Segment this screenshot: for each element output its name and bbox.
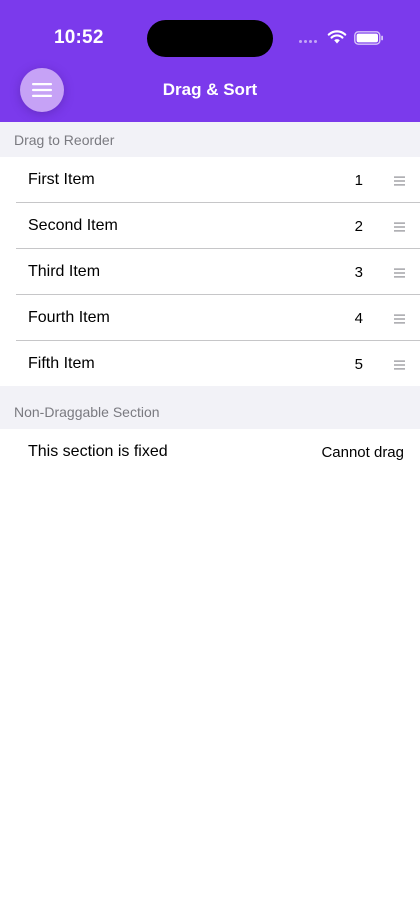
list-item-label: First Item — [28, 171, 95, 188]
section-header-drag-to-reorder: Drag to Reorder — [0, 122, 420, 157]
list-item-number: 2 — [354, 218, 363, 235]
battery-icon — [354, 31, 383, 45]
wifi-icon — [327, 30, 347, 44]
drag-handle-icon[interactable] — [394, 314, 405, 324]
list-item[interactable]: Third Item 3 — [0, 249, 420, 295]
list-item-number: 5 — [354, 356, 363, 373]
section-header-non-draggable: Non-Draggable Section — [0, 386, 420, 429]
fixed-item-detail: Cannot drag — [321, 444, 404, 461]
drag-handle-icon[interactable] — [394, 268, 405, 278]
drag-handle-icon[interactable] — [394, 222, 405, 232]
drag-handle-icon[interactable] — [394, 360, 405, 370]
list-item-number: 4 — [354, 310, 363, 327]
list-item[interactable]: Second Item 2 — [0, 203, 420, 249]
list-item[interactable]: First Item 1 — [0, 157, 420, 203]
list-item-number: 1 — [354, 172, 363, 189]
list-item-label: Fifth Item — [28, 355, 95, 372]
list-item[interactable]: Fifth Item 5 — [0, 341, 420, 387]
cellular-signal-icon — [299, 40, 321, 45]
page-title: Drag & Sort — [162, 80, 258, 99]
list-item[interactable]: Fourth Item 4 — [0, 295, 420, 341]
fixed-list-item: This section is fixed Cannot drag — [0, 429, 420, 475]
list-item-number: 3 — [354, 264, 363, 281]
draggable-list: First Item 1 Second Item 2 Third Item 3 … — [0, 157, 420, 387]
list-item-label: Second Item — [28, 217, 118, 234]
app-header: 10:52 Drag & Sort — [0, 0, 420, 122]
drag-handle-icon[interactable] — [394, 176, 405, 186]
fixed-item-label: This section is fixed — [28, 443, 168, 460]
list-item-label: Third Item — [28, 263, 101, 280]
status-time: 10:52 — [54, 27, 104, 48]
dynamic-island — [147, 20, 273, 57]
list-item-label: Fourth Item — [28, 309, 110, 326]
